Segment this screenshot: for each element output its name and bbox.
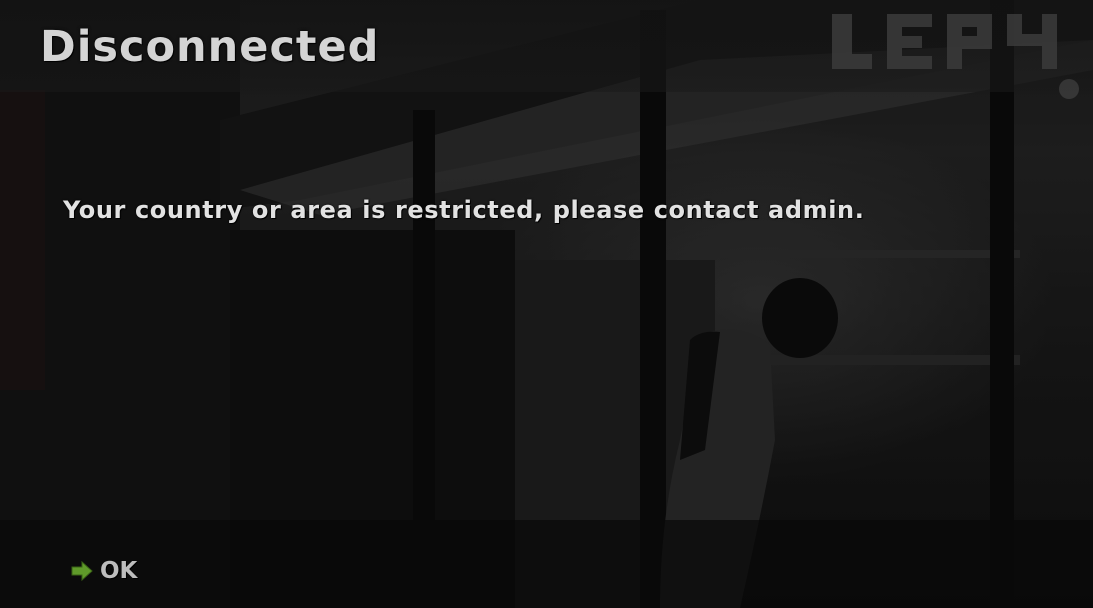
ok-button[interactable]: OK	[66, 556, 141, 586]
ok-label: OK	[100, 558, 138, 584]
disconnected-screen: Disconnected Your country or area is res…	[0, 0, 1093, 608]
arrow-right-icon	[71, 560, 93, 582]
dialog-title: Disconnected	[40, 22, 380, 72]
game-logo-watermark	[832, 14, 1079, 99]
dialog-message: Your country or area is restricted, plea…	[63, 196, 865, 224]
